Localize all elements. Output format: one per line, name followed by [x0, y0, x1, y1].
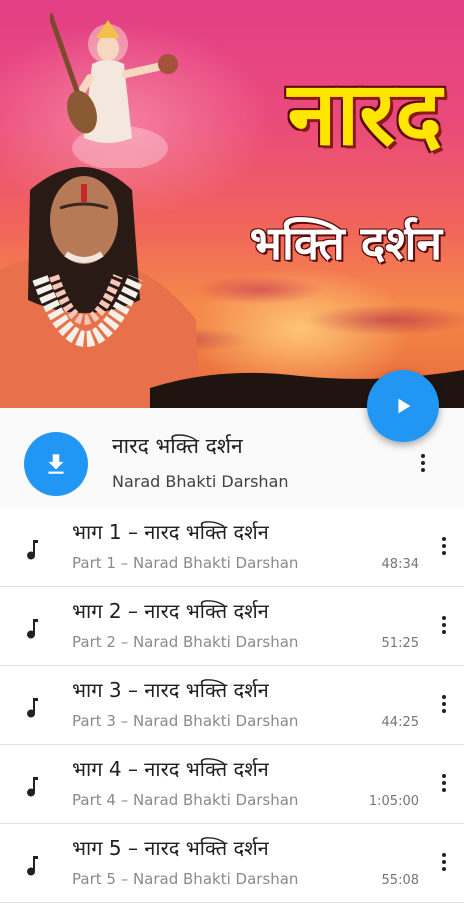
- track-subtitle: Part 3 – Narad Bhakti Darshan: [72, 712, 299, 730]
- more-vert-icon[interactable]: [432, 610, 456, 640]
- more-vert-icon[interactable]: [432, 847, 456, 877]
- music-note-icon: [27, 540, 38, 560]
- artwork-subtitle: भक्ति दर्शन: [249, 216, 442, 270]
- track-item[interactable]: भाग 5 – नारद भक्ति दर्शन Part 5 – Narad …: [0, 824, 464, 903]
- track-item[interactable]: भाग 4 – नारद भक्ति दर्शन Part 4 – Narad …: [0, 745, 464, 824]
- more-vert-icon[interactable]: [432, 768, 456, 798]
- track-duration: 55:08: [381, 873, 419, 888]
- narad-deity-illustration: [50, 13, 178, 168]
- track-title: भाग 1 – नारद भक्ति दर्शन: [72, 520, 269, 544]
- music-note-icon: [27, 698, 38, 718]
- download-button[interactable]: [24, 432, 88, 496]
- track-title: भाग 2 – नारद भक्ति दर्शन: [72, 599, 269, 623]
- track-duration: 48:34: [381, 557, 419, 572]
- track-title: भाग 4 – नारद भक्ति दर्शन: [72, 757, 269, 781]
- album-subtitle: Narad Bhakti Darshan: [112, 472, 289, 491]
- more-vert-icon[interactable]: [432, 689, 456, 719]
- track-subtitle: Part 5 – Narad Bhakti Darshan: [72, 870, 299, 888]
- track-item[interactable]: भाग 1 – नारद भक्ति दर्शन Part 1 – Narad …: [0, 508, 464, 587]
- more-vert-icon[interactable]: [432, 531, 456, 561]
- play-all-button[interactable]: [367, 370, 439, 442]
- artwork-title: नारद: [287, 62, 442, 165]
- track-list: भाग 1 – नारद भक्ति दर्शन Part 1 – Narad …: [0, 508, 464, 903]
- music-note-icon: [27, 619, 38, 639]
- track-duration: 44:25: [381, 715, 419, 730]
- play-icon: [398, 398, 411, 414]
- music-note-icon: [27, 777, 38, 797]
- album-artwork: नारद भक्ति दर्शन: [0, 0, 464, 408]
- track-subtitle: Part 1 – Narad Bhakti Darshan: [72, 554, 299, 572]
- track-title: भाग 5 – नारद भक्ति दर्शन: [72, 836, 269, 860]
- album-title: नारद भक्ति दर्शन: [112, 434, 243, 458]
- more-vert-icon[interactable]: [411, 448, 435, 478]
- music-note-icon: [27, 856, 38, 876]
- track-duration: 1:05:00: [368, 794, 419, 809]
- track-duration: 51:25: [381, 636, 419, 651]
- track-item[interactable]: भाग 2 – नारद भक्ति दर्शन Part 2 – Narad …: [0, 587, 464, 666]
- download-icon: [48, 454, 64, 474]
- track-subtitle: Part 2 – Narad Bhakti Darshan: [72, 633, 299, 651]
- track-item[interactable]: भाग 3 – नारद भक्ति दर्शन Part 3 – Narad …: [0, 666, 464, 745]
- track-subtitle: Part 4 – Narad Bhakti Darshan: [72, 791, 299, 809]
- track-title: भाग 3 – नारद भक्ति दर्शन: [72, 678, 269, 702]
